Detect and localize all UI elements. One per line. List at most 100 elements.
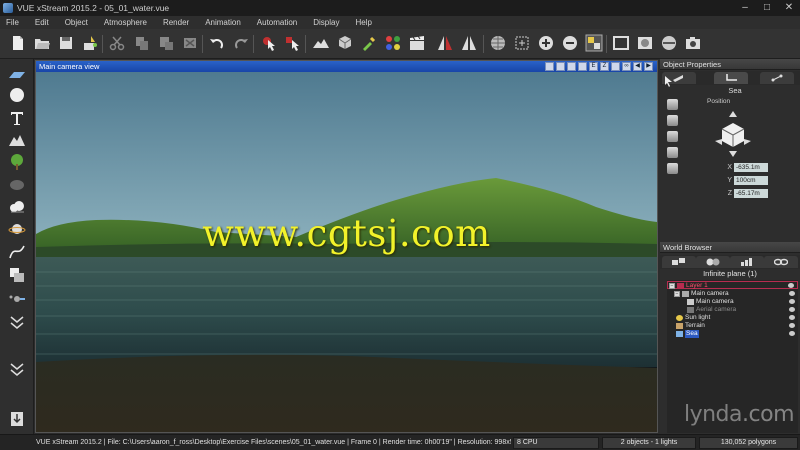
create-planet-button[interactable] — [8, 220, 26, 238]
cut-button[interactable] — [108, 34, 126, 52]
tree-row-camera-group[interactable]: − Main camera — [667, 290, 798, 298]
tab-materials[interactable] — [696, 256, 730, 268]
collapse-toggle-icon[interactable]: − — [674, 291, 680, 297]
main-camera-viewport[interactable]: Main camera view E Z ∞ ◀ ▶ www.cgtsj.com — [35, 60, 658, 433]
toolbar-separator — [606, 35, 607, 53]
viewport-film-icon[interactable] — [556, 62, 565, 71]
open-button[interactable] — [33, 34, 51, 52]
visibility-eye-icon[interactable] — [789, 291, 795, 296]
frame-all-button[interactable] — [513, 34, 531, 52]
maximize-button[interactable]: □ — [760, 2, 774, 13]
globe-button[interactable] — [489, 34, 507, 52]
tree-row-main-camera[interactable]: Main camera — [667, 298, 798, 306]
menu-object[interactable]: Object — [65, 18, 88, 27]
view-toggle-button[interactable] — [585, 34, 603, 52]
coord-x-input[interactable]: -635.1m — [734, 162, 768, 172]
viewport-camera-icon[interactable] — [545, 62, 554, 71]
create-plane-button[interactable] — [8, 65, 26, 83]
menu-help[interactable]: Help — [355, 18, 371, 27]
paste-button[interactable] — [157, 34, 175, 52]
viewport-next-icon[interactable]: ▶ — [644, 62, 653, 71]
viewport-z-icon[interactable]: Z — [600, 62, 609, 71]
viewport-prev-icon[interactable]: ◀ — [633, 62, 642, 71]
menu-render[interactable]: Render — [163, 18, 189, 27]
minimize-button[interactable]: – — [738, 2, 752, 13]
expand-palette-button[interactable] — [8, 313, 26, 331]
zoom-in-button[interactable] — [537, 34, 555, 52]
create-cloud-button[interactable] — [8, 198, 26, 216]
select-by-type-button[interactable] — [284, 34, 302, 52]
create-sphere-button[interactable] — [8, 86, 26, 104]
tree-row-terrain[interactable]: Terrain — [667, 322, 798, 330]
save-icon — [60, 37, 72, 49]
redo-button[interactable] — [232, 34, 250, 52]
download-button[interactable] — [10, 411, 24, 427]
align-button[interactable] — [460, 34, 478, 52]
render-area-button[interactable] — [660, 34, 678, 52]
position-mode-button[interactable] — [667, 99, 678, 110]
create-rock-button[interactable] — [8, 175, 26, 193]
create-text-button[interactable] — [8, 109, 26, 127]
create-light-button[interactable] — [8, 289, 26, 307]
mirror-button[interactable] — [436, 34, 454, 52]
save-button[interactable] — [57, 34, 75, 52]
zoom-out-button[interactable] — [561, 34, 579, 52]
tree-row-aerial-camera[interactable]: Aerial camera — [667, 306, 798, 314]
material-editor-button[interactable] — [384, 34, 402, 52]
render-preview-button[interactable] — [636, 34, 654, 52]
visibility-eye-icon[interactable] — [789, 299, 795, 304]
menu-edit[interactable]: Edit — [35, 18, 49, 27]
viewport-pan-icon[interactable] — [611, 62, 620, 71]
tree-row-sun-light[interactable]: Sun light — [667, 314, 798, 322]
select-tool-button[interactable] — [260, 34, 278, 52]
menu-automation[interactable]: Automation — [257, 18, 297, 27]
coord-y-input[interactable]: 100cm — [734, 175, 768, 185]
position-gizmo-icon[interactable] — [713, 109, 753, 159]
tab-animation[interactable] — [760, 72, 794, 84]
new-scene-button[interactable] — [9, 34, 27, 52]
render-button[interactable] — [684, 34, 702, 52]
menu-display[interactable]: Display — [313, 18, 339, 27]
coord-z-input[interactable]: -65.17m — [734, 188, 768, 198]
visibility-eye-icon[interactable] — [789, 323, 795, 328]
create-plant-button[interactable] — [8, 153, 26, 171]
orientation-mode-button[interactable] — [667, 115, 678, 126]
visibility-eye-icon[interactable] — [789, 307, 795, 312]
viewport-infinity-icon[interactable]: ∞ — [622, 62, 631, 71]
world-browser-header: World Browser — [660, 242, 800, 253]
create-path-button[interactable] — [8, 243, 26, 261]
delete-button[interactable] — [181, 34, 199, 52]
visibility-eye-icon[interactable] — [789, 331, 795, 336]
collapse-toggle-icon[interactable]: − — [669, 283, 675, 289]
expand-more-button[interactable] — [8, 360, 26, 378]
coord-x-label: X — [727, 163, 732, 171]
tab-library[interactable] — [730, 256, 764, 268]
create-terrain-button[interactable] — [8, 131, 26, 149]
settings-button[interactable] — [81, 34, 99, 52]
close-button[interactable]: ✕ — [782, 2, 796, 13]
animation-button[interactable] — [408, 34, 426, 52]
viewport-display-icon[interactable] — [567, 62, 576, 71]
menu-atmosphere[interactable]: Atmosphere — [104, 18, 147, 27]
create-object-button[interactable] — [8, 266, 26, 284]
tab-links[interactable] — [764, 256, 798, 268]
visibility-eye-icon[interactable] — [789, 315, 795, 320]
copy-button[interactable] — [133, 34, 151, 52]
brush-button[interactable] — [360, 34, 378, 52]
size-mode-button[interactable] — [667, 131, 678, 142]
visibility-eye-icon[interactable] — [788, 283, 794, 288]
terrain-editor-button[interactable] — [312, 34, 330, 52]
tree-row-sea[interactable]: Sea — [667, 330, 798, 338]
single-view-button[interactable] — [612, 34, 630, 52]
object-editor-button[interactable] — [336, 34, 354, 52]
viewport-dot-icon[interactable] — [578, 62, 587, 71]
pivot-mode-button[interactable] — [667, 163, 678, 174]
viewport-e-icon[interactable]: E — [589, 62, 598, 71]
tab-numerics[interactable] — [714, 72, 748, 84]
menu-file[interactable]: File — [6, 18, 19, 27]
tab-objects[interactable] — [662, 256, 696, 268]
menu-animation[interactable]: Animation — [205, 18, 241, 27]
tree-row-layer[interactable]: − Layer 1 — [667, 281, 798, 289]
twist-mode-button[interactable] — [667, 147, 678, 158]
undo-button[interactable] — [208, 34, 226, 52]
